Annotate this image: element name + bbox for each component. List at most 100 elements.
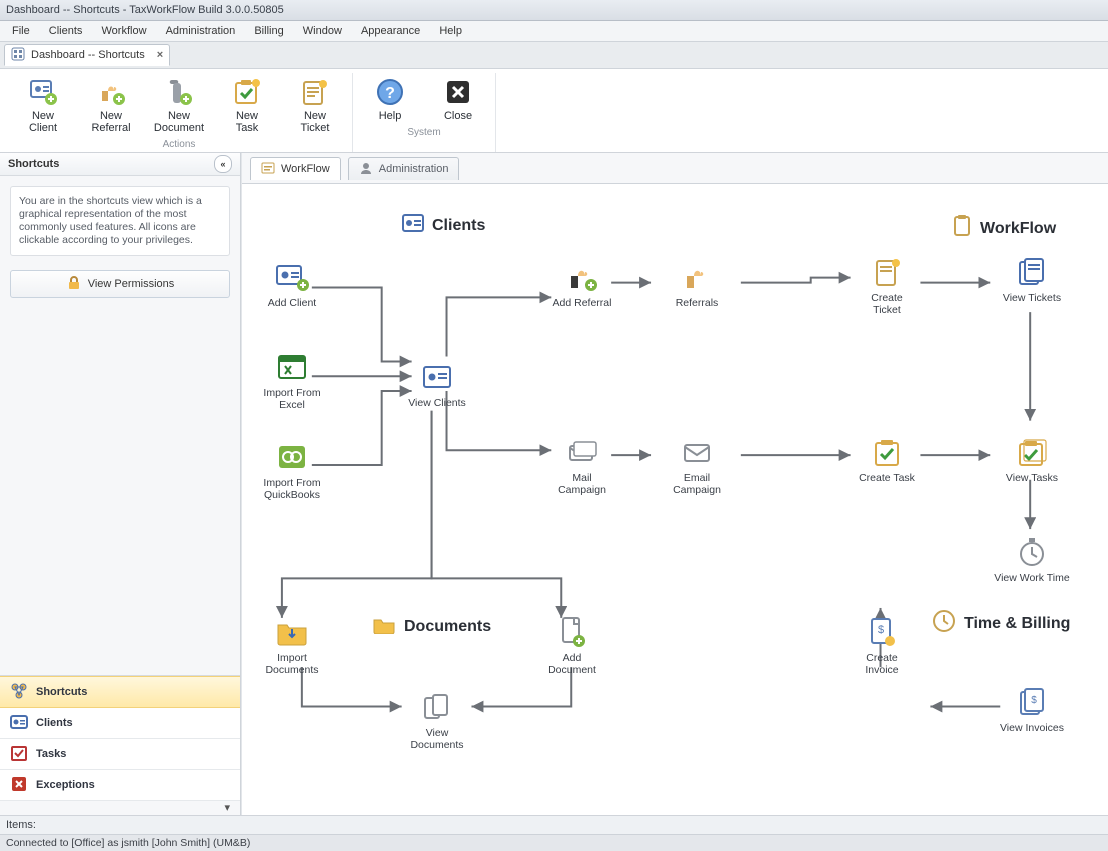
menu-billing[interactable]: Billing: [246, 21, 291, 41]
node-label: Mail Campaign: [558, 472, 606, 496]
sidebar-title: Shortcuts: [8, 158, 59, 170]
client-add-icon: [27, 76, 59, 108]
node-import-excel[interactable]: Import From Excel: [252, 349, 332, 411]
status-items: Items:: [6, 819, 36, 831]
close-icon: [442, 76, 474, 108]
node-email-campaign[interactable]: Email Campaign: [657, 434, 737, 496]
collapse-sidebar-button[interactable]: «: [214, 155, 232, 173]
new-ticket-button[interactable]: New Ticket: [286, 73, 344, 137]
sidebar-description: You are in the shortcuts view which is a…: [10, 186, 230, 256]
ribbon-group-actions-title: Actions: [163, 139, 196, 150]
menu-window[interactable]: Window: [295, 21, 350, 41]
menu-help[interactable]: Help: [431, 21, 470, 41]
menu-appearance[interactable]: Appearance: [353, 21, 428, 41]
ticket-add-icon: [299, 76, 331, 108]
close-button[interactable]: Close: [429, 73, 487, 125]
close-tab-icon[interactable]: ×: [157, 49, 163, 61]
node-add-client[interactable]: Add Client: [252, 259, 332, 309]
document-tab-label: Dashboard -- Shortcuts: [31, 49, 145, 61]
section-title-workflow: WorkFlow: [952, 214, 1056, 243]
excel-icon: [274, 349, 310, 385]
node-label: Create Task: [859, 472, 915, 484]
node-label: Import From Excel: [263, 387, 320, 411]
node-create-ticket[interactable]: Create Ticket: [847, 254, 927, 316]
node-create-invoice[interactable]: $ Create Invoice: [842, 614, 922, 676]
menu-administration[interactable]: Administration: [158, 21, 244, 41]
document-tab-shortcuts[interactable]: Dashboard -- Shortcuts ×: [4, 44, 170, 66]
workflow-canvas[interactable]: Clients WorkFlow Documents Time & Billin…: [242, 184, 1108, 815]
tickets-icon: [1014, 254, 1050, 290]
section-title-clients: Clients: [402, 214, 485, 237]
sidebar-item-tasks[interactable]: Tasks: [0, 739, 240, 770]
node-label: Add Document: [548, 652, 596, 676]
node-label: Email Campaign: [673, 472, 721, 496]
referrals-icon: [679, 259, 715, 295]
sidebar-item-clients[interactable]: Clients: [0, 708, 240, 739]
invoice-add-icon: $: [864, 614, 900, 650]
sidebar-header: Shortcuts «: [0, 153, 240, 176]
status-bar: Items:: [0, 815, 1108, 834]
tab-workflow[interactable]: WorkFlow: [250, 157, 341, 180]
invoices-icon: $: [1014, 684, 1050, 720]
new-referral-button[interactable]: New Referral: [82, 73, 140, 137]
tab-administration[interactable]: Administration: [348, 157, 460, 180]
new-client-button[interactable]: New Client: [14, 73, 72, 137]
exceptions-icon: [10, 775, 28, 796]
shortcuts-icon: [10, 682, 28, 703]
node-add-referral[interactable]: Add Referral: [542, 259, 622, 309]
view-permissions-button[interactable]: View Permissions: [10, 270, 230, 298]
help-label: Help: [379, 110, 402, 122]
node-import-documents[interactable]: Import Documents: [252, 614, 332, 676]
footer-text: Connected to [Office] as jsmith [John Sm…: [6, 837, 250, 849]
node-view-invoices[interactable]: $ View Invoices: [992, 684, 1072, 734]
section-title-clients-label: Clients: [432, 217, 485, 235]
help-button[interactable]: ? Help: [361, 73, 419, 125]
section-title-documents: Documents: [372, 614, 491, 639]
node-label: Referrals: [676, 297, 719, 309]
document-add-icon: [554, 614, 590, 650]
node-view-tasks[interactable]: View Tasks: [992, 434, 1072, 484]
node-view-documents[interactable]: View Documents: [397, 689, 477, 751]
task-add-icon: [231, 76, 263, 108]
new-task-button[interactable]: New Task: [218, 73, 276, 137]
node-view-tickets[interactable]: View Tickets: [992, 254, 1072, 304]
menu-file[interactable]: File: [4, 21, 38, 41]
main-tab-strip: WorkFlow Administration: [242, 153, 1108, 184]
node-view-clients[interactable]: View Clients: [397, 359, 477, 409]
sidebar-item-exceptions[interactable]: Exceptions: [0, 770, 240, 801]
sidebar-item-label: Tasks: [36, 748, 66, 760]
sidebar-nav: Shortcuts Clients Tasks Exceptions ▾: [0, 675, 240, 815]
menu-workflow[interactable]: Workflow: [93, 21, 154, 41]
quickbooks-icon: [274, 439, 310, 475]
new-task-label: New Task: [236, 110, 259, 134]
node-import-quickbooks[interactable]: Import From QuickBooks: [252, 439, 332, 501]
sidebar-nav-toggle[interactable]: ▾: [0, 801, 240, 815]
close-label: Close: [444, 110, 472, 122]
node-create-task[interactable]: Create Task: [847, 434, 927, 484]
node-referrals[interactable]: Referrals: [657, 259, 737, 309]
menu-clients[interactable]: Clients: [41, 21, 91, 41]
documents-section-icon: [372, 614, 396, 639]
new-document-button[interactable]: New Document: [150, 73, 208, 137]
admin-tab-icon: [359, 161, 373, 178]
document-tab-strip: Dashboard -- Shortcuts ×: [0, 42, 1108, 69]
footer-bar: Connected to [Office] as jsmith [John Sm…: [0, 834, 1108, 851]
lock-icon: [66, 275, 82, 294]
clients-section-icon: [402, 214, 424, 237]
stopwatch-icon: [1014, 534, 1050, 570]
node-view-work-time[interactable]: View Work Time: [992, 534, 1072, 584]
menu-bar: File Clients Workflow Administration Bil…: [0, 21, 1108, 42]
referral-add-icon: [95, 76, 127, 108]
ribbon: New Client New Referral New Document New…: [0, 69, 1108, 153]
svg-text:?: ?: [385, 85, 395, 102]
ribbon-group-system-title: System: [407, 127, 440, 138]
tasks-view-icon: [1014, 434, 1050, 470]
clients-icon: [10, 715, 28, 732]
node-label: Create Invoice: [865, 652, 898, 676]
sidebar-item-label: Exceptions: [36, 779, 95, 791]
node-add-document[interactable]: Add Document: [532, 614, 612, 676]
node-label: View Invoices: [1000, 722, 1064, 734]
node-mail-campaign[interactable]: Mail Campaign: [542, 434, 622, 496]
task-add-icon: [869, 434, 905, 470]
sidebar-item-shortcuts[interactable]: Shortcuts: [0, 676, 240, 708]
